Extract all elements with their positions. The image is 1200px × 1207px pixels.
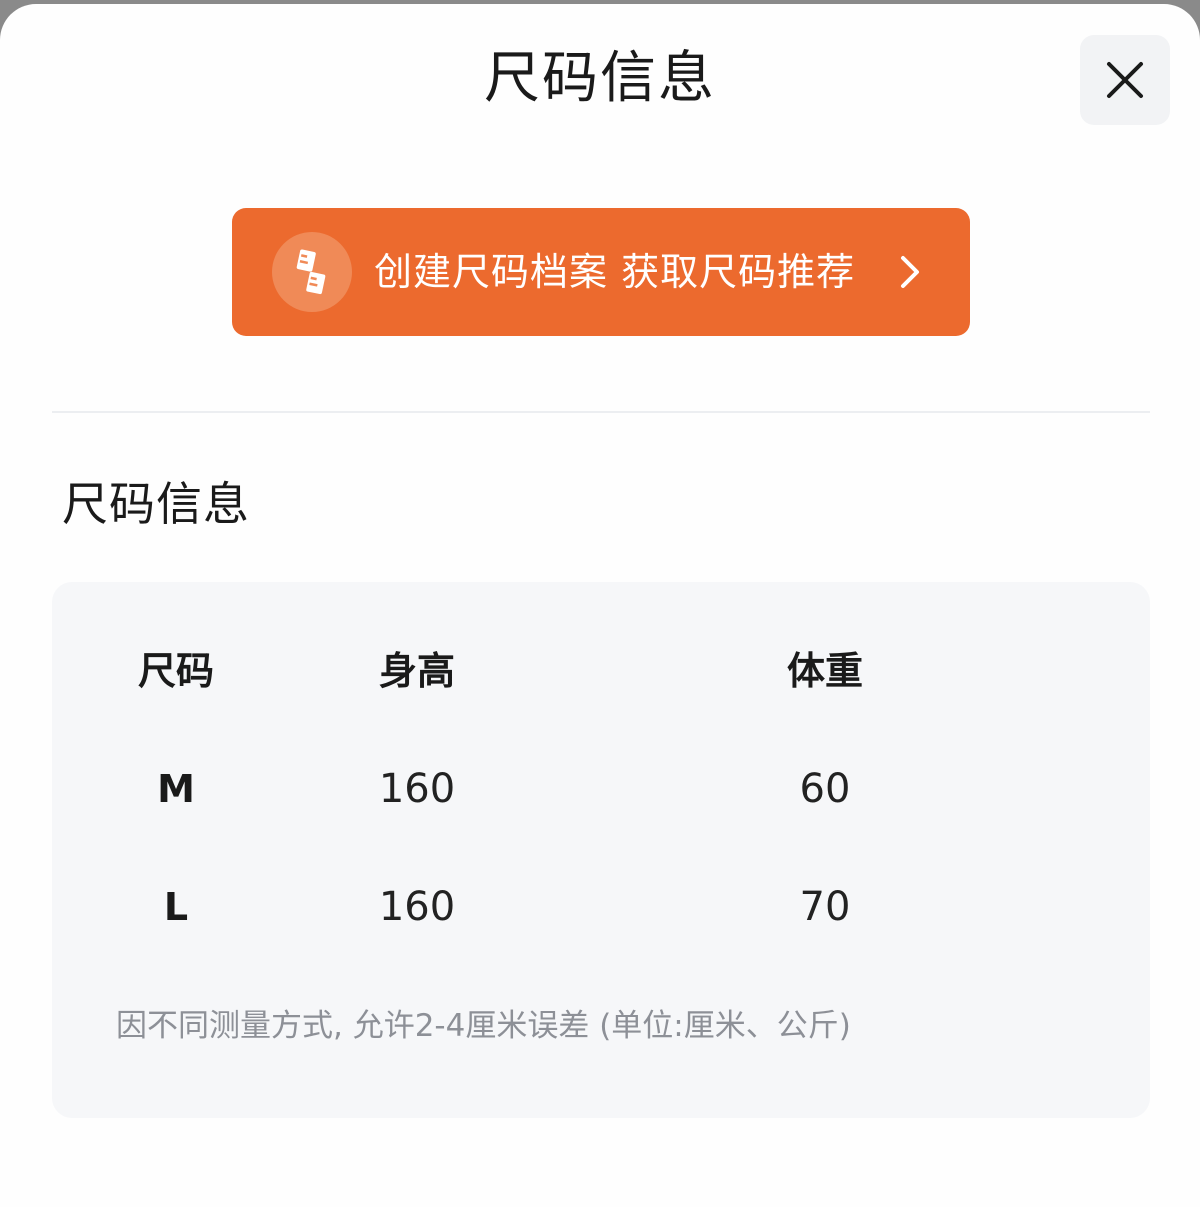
close-button[interactable]: [1080, 35, 1170, 125]
create-size-profile-label: 创建尺码档案 获取尺码推荐: [374, 250, 856, 294]
sheet-title: 尺码信息: [484, 46, 716, 111]
chevron-right-icon: [901, 256, 919, 288]
ruler-icon: [272, 232, 352, 312]
size-table: 尺码 身高 体重 M 160 60 L 160 70 因不同测量方式, 允许2-…: [52, 582, 1150, 1118]
measurement-note: 因不同测量方式, 允许2-4厘米误差 (单位:厘米、公斤): [116, 1008, 851, 1044]
table-cell-size: L: [163, 885, 189, 929]
table-cell-height: 160: [378, 884, 456, 930]
table-cell-weight: 70: [799, 884, 851, 930]
table-cell-size: M: [157, 767, 195, 811]
table-header-weight: 体重: [786, 649, 863, 693]
section-title: 尺码信息: [62, 477, 250, 531]
size-info-sheet: 尺码信息 创建尺码档案 获取尺码推荐 尺码信息 尺码 身高 体重 M 160 6…: [0, 4, 1200, 1207]
create-size-profile-button[interactable]: 创建尺码档案 获取尺码推荐: [232, 208, 970, 336]
table-header-size: 尺码: [137, 649, 214, 693]
table-header-height: 身高: [378, 649, 455, 693]
divider: [52, 411, 1150, 413]
close-icon: [1107, 62, 1143, 98]
table-cell-height: 160: [378, 766, 456, 812]
table-cell-weight: 60: [799, 766, 851, 812]
